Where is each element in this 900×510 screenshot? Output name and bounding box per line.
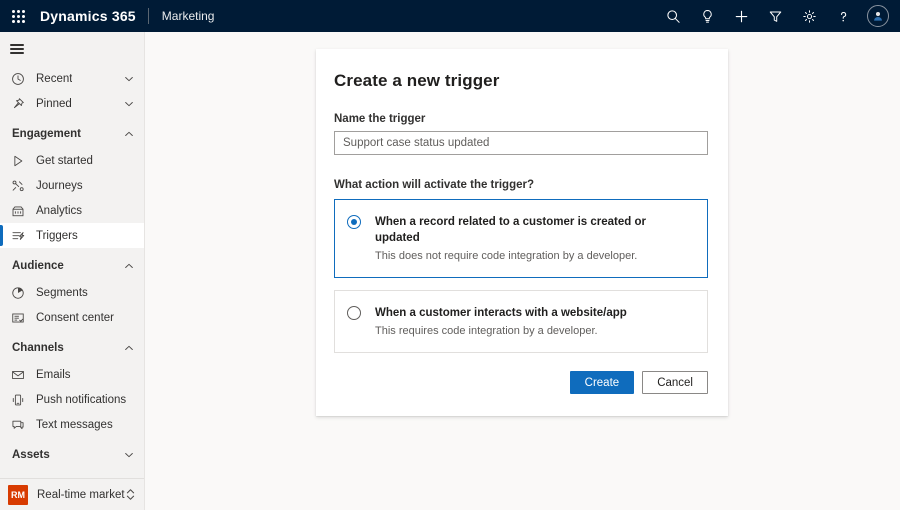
area-switcher-label: Real-time marketi... [28, 489, 125, 501]
sidebar-item-emails[interactable]: Emails [0, 362, 144, 387]
chevron-up-icon[interactable] [122, 343, 136, 353]
sidebar-group-assets[interactable]: Assets [0, 441, 144, 469]
sidebar-item-consent-center[interactable]: Consent center [0, 305, 144, 330]
sidebar-item-label: Journeys [26, 180, 83, 192]
plus-icon [734, 9, 749, 24]
settings-button[interactable] [792, 0, 826, 32]
help-button[interactable] [826, 0, 860, 32]
triggers-icon [10, 228, 26, 244]
insights-button[interactable] [690, 0, 724, 32]
chevron-down-icon[interactable] [122, 99, 136, 109]
updown-chevron-icon[interactable] [125, 488, 136, 501]
brand-title: Dynamics 365 [36, 8, 148, 24]
trigger-option-record[interactable]: When a record related to a customer is c… [334, 199, 708, 278]
sidebar-scroll: Recent Pinned [0, 32, 144, 478]
sidebar-item-get-started[interactable]: Get started [0, 148, 144, 173]
sidebar-group-engagement[interactable]: Engagement [0, 120, 144, 148]
sidebar-group-label: Engagement [12, 128, 81, 140]
app-module-name: Marketing [149, 9, 215, 23]
lightbulb-icon [700, 9, 715, 24]
chat-icon [10, 417, 26, 433]
filter-button[interactable] [758, 0, 792, 32]
top-header: Dynamics 365 Marketing [0, 0, 900, 32]
sidebar-item-label: Push notifications [26, 394, 126, 406]
radio-dot [351, 219, 357, 225]
mail-icon [10, 367, 26, 383]
chevron-down-icon[interactable] [122, 450, 136, 460]
main-content: Create a new trigger Name the trigger Wh… [145, 32, 900, 510]
new-button[interactable] [724, 0, 758, 32]
chevron-down-icon[interactable] [122, 74, 136, 84]
account-button[interactable] [860, 0, 896, 32]
dialog-actions: Create Cancel [334, 371, 708, 394]
sidebar-item-analytics[interactable]: Analytics [0, 198, 144, 223]
person-icon [872, 10, 884, 22]
option-subtitle: This requires code integration by a deve… [375, 324, 627, 338]
option-title: When a record related to a customer is c… [375, 216, 646, 244]
sidebar-item-journeys[interactable]: Journeys [0, 173, 144, 198]
help-icon [836, 9, 851, 24]
sidebar-group-audience[interactable]: Audience [0, 252, 144, 280]
chevron-up-icon[interactable] [122, 129, 136, 139]
sidebar-item-push-notifications[interactable]: Push notifications [0, 387, 144, 412]
trigger-option-website-app[interactable]: When a customer interacts with a website… [334, 290, 708, 353]
sidebar-group-channels[interactable]: Channels [0, 334, 144, 362]
nav-toggle-button[interactable] [0, 32, 144, 66]
action-question-label: What action will activate the trigger? [334, 179, 708, 191]
sidebar-item-label: Pinned [26, 98, 72, 110]
journeys-icon [10, 178, 26, 194]
clock-icon [10, 71, 26, 87]
sidebar-item-recent[interactable]: Recent [0, 66, 144, 91]
sidebar-item-triggers[interactable]: Triggers [0, 223, 144, 248]
app-launcher-button[interactable] [0, 0, 36, 32]
sidebar-item-label: Segments [26, 287, 88, 299]
sidebar-item-label: Triggers [26, 230, 78, 242]
create-trigger-dialog: Create a new trigger Name the trigger Wh… [316, 49, 728, 416]
gear-icon [802, 9, 817, 24]
option-subtitle: This does not require code integration b… [375, 249, 693, 263]
segments-icon [10, 285, 26, 301]
chevron-up-icon[interactable] [122, 261, 136, 271]
option-text: When a customer interacts with a website… [361, 305, 627, 338]
option-text: When a record related to a customer is c… [361, 214, 693, 263]
create-button[interactable]: Create [570, 371, 635, 394]
sidebar-item-label: Recent [26, 73, 72, 85]
radio-icon[interactable] [347, 215, 361, 229]
sidebar-group-label: Audience [12, 260, 64, 272]
option-title: When a customer interacts with a website… [375, 307, 627, 319]
play-icon [10, 153, 26, 169]
hamburger-icon [10, 42, 24, 57]
app-body: Recent Pinned [0, 32, 900, 510]
sidebar-item-label: Analytics [26, 205, 82, 217]
consent-icon [10, 310, 26, 326]
pin-icon [10, 96, 26, 112]
sidebar-item-label: Get started [26, 155, 93, 167]
radio-icon[interactable] [347, 306, 361, 320]
filter-icon [768, 9, 783, 24]
area-switcher[interactable]: RM Real-time marketi... [0, 478, 144, 510]
app-root: Dynamics 365 Marketing [0, 0, 900, 510]
analytics-icon [10, 203, 26, 219]
waffle-icon [12, 10, 25, 23]
avatar [867, 5, 889, 27]
trigger-name-input[interactable] [334, 131, 708, 155]
sidebar-item-label: Text messages [26, 419, 113, 431]
sidebar-item-pinned[interactable]: Pinned [0, 91, 144, 116]
sidebar-group-label: Channels [12, 342, 64, 354]
mobile-icon [10, 392, 26, 408]
sidebar-group-label: Assets [12, 449, 50, 461]
search-button[interactable] [656, 0, 690, 32]
sidebar: Recent Pinned [0, 32, 145, 510]
cancel-button[interactable]: Cancel [642, 371, 708, 394]
search-icon [666, 9, 681, 24]
sidebar-item-label: Consent center [26, 312, 114, 324]
name-field-label: Name the trigger [334, 113, 708, 125]
dialog-title: Create a new trigger [334, 71, 708, 91]
sidebar-item-segments[interactable]: Segments [0, 280, 144, 305]
sidebar-item-label: Emails [26, 369, 71, 381]
area-badge: RM [8, 485, 28, 505]
sidebar-item-text-messages[interactable]: Text messages [0, 412, 144, 437]
